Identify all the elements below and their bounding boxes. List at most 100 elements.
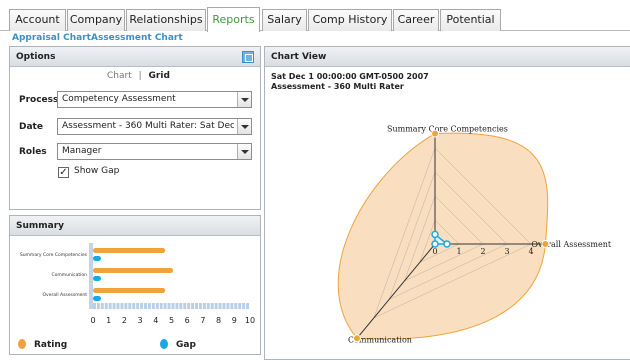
date-select[interactable]: Assessment - 360 Multi Rater: Sat Dec 1 … <box>57 118 252 135</box>
axis-ruler-segment <box>222 303 226 309</box>
axis-ruler-segment <box>206 303 210 309</box>
axis-ruler-segment <box>171 303 175 309</box>
x-tick-label: 8 <box>216 316 221 325</box>
view-separator: | <box>138 71 142 81</box>
chart-view-link[interactable]: Chart <box>107 71 132 81</box>
x-tick-label: 4 <box>153 316 158 325</box>
rating-point <box>352 334 361 343</box>
category-label: Overall Assessment <box>42 292 87 298</box>
roles-value: Manager <box>62 146 102 156</box>
tab-salary[interactable]: Salary <box>262 9 307 31</box>
rating-area <box>337 132 549 340</box>
axis-ruler-segment <box>124 303 128 309</box>
radar-tick-label: 1 <box>456 247 461 256</box>
axis-ruler-segment <box>159 303 163 309</box>
date-label: Date <box>19 122 43 132</box>
axis-ruler-segment <box>238 303 242 309</box>
axis-ruler-segment <box>210 303 214 309</box>
axis-ruler-segment <box>191 303 195 309</box>
rating-point <box>431 129 439 138</box>
rating-legend-icon <box>18 339 26 349</box>
axis-ruler-segment <box>128 303 132 309</box>
axis-ruler-segment <box>175 303 179 309</box>
rating-point <box>541 240 550 248</box>
tab-reports[interactable]: Reports <box>207 7 260 32</box>
axis-ruler-segment <box>242 303 246 309</box>
gap-bar <box>93 256 101 261</box>
x-tick-label: 5 <box>169 316 174 325</box>
radar-tick-label: 0 <box>432 247 437 256</box>
tab-bar: Account Company Relationships Reports Sa… <box>0 0 630 32</box>
rating-bar <box>93 288 166 293</box>
gap-bar <box>93 296 101 301</box>
date-value: Assessment - 360 Multi Rater: Sat Dec 1 … <box>62 121 234 131</box>
rating-bar <box>93 268 174 273</box>
axis-ruler-segment <box>104 303 108 309</box>
axis-ruler-segment <box>140 303 144 309</box>
process-select[interactable]: Competency Assessment <box>57 91 252 108</box>
axis-ruler-segment <box>136 303 140 309</box>
axis-ruler-segment <box>234 303 238 309</box>
tab-comp-history[interactable]: Comp History <box>308 9 392 31</box>
roles-label: Roles <box>19 147 47 157</box>
axis-ruler-segment <box>226 303 230 309</box>
axis-ruler-segment <box>100 303 104 309</box>
x-tick-label: 3 <box>138 316 143 325</box>
axis-ruler-segment <box>183 303 187 309</box>
axis-ruler-segment <box>167 303 171 309</box>
axis-ruler-segment <box>179 303 183 309</box>
axis-ruler-segment <box>147 303 151 309</box>
axis-ruler-segment <box>155 303 159 309</box>
radar-chart: 0 1 2 3 4Summary Core CompetenciesOverall As… <box>337 125 612 344</box>
show-gap-label: Show Gap <box>74 166 120 176</box>
tab-relationships[interactable]: Relationships <box>126 9 206 31</box>
grid-view-link[interactable]: Grid <box>149 71 170 81</box>
axis-ruler-segment <box>202 303 206 309</box>
x-tick-label: 6 <box>185 316 190 325</box>
gap-point <box>431 230 439 239</box>
axis-ruler-segment <box>195 303 198 309</box>
x-tick-label: 1 <box>106 316 111 325</box>
radar-axis-label: Summary Core Competencies <box>387 125 508 134</box>
axis-ruler-segment <box>218 303 222 309</box>
gap-bar <box>93 276 101 281</box>
x-tick-label: 2 <box>122 316 127 325</box>
radar-tick-label: 3 <box>504 247 509 256</box>
roles-select[interactable]: Manager <box>57 143 252 160</box>
axis-ruler-segment <box>108 303 112 309</box>
x-tick-label: 0 <box>90 316 95 325</box>
tab-company[interactable]: Company <box>67 9 125 31</box>
axis-ruler-segment <box>144 303 147 309</box>
axis-ruler-segment <box>187 303 191 309</box>
axis-ruler-segment <box>96 303 100 309</box>
tab-potential[interactable]: Potential <box>440 9 501 31</box>
axis-ruler-segment <box>112 303 116 309</box>
chevron-down-icon <box>237 92 251 107</box>
axis-ruler-segment <box>151 303 155 309</box>
y-axis-bar <box>89 243 93 309</box>
rating-legend-label: Rating <box>34 340 67 350</box>
x-tick-label: 9 <box>232 316 237 325</box>
axis-ruler-segment <box>132 303 136 309</box>
axis-ruler-segment <box>93 303 96 309</box>
gap-legend-icon <box>160 339 168 349</box>
x-tick-label: 7 <box>200 316 205 325</box>
axis-ruler-segment <box>230 303 234 309</box>
axis-ruler-segment <box>214 303 218 309</box>
options-panel: Options Chart | Grid Process Competency … <box>9 46 261 210</box>
show-gap-checkbox[interactable]: ✓ <box>58 167 69 178</box>
axis-ruler-segment <box>120 303 124 309</box>
rating-bar <box>93 248 166 253</box>
tab-account[interactable]: Account <box>9 9 66 31</box>
tab-career[interactable]: Career <box>393 9 439 31</box>
view-toggle: Chart | Grid <box>107 71 170 81</box>
chart-view-title: Chart View <box>265 47 630 67</box>
category-label: Summary Core Competencies <box>20 252 88 258</box>
gap-point <box>443 240 451 248</box>
assessment-chart-link[interactable]: Assessment Chart <box>91 33 183 43</box>
chevron-down-icon <box>237 119 251 134</box>
axis-ruler-segment <box>198 303 202 309</box>
collapse-icon[interactable] <box>242 51 254 63</box>
chevron-down-icon <box>237 144 251 159</box>
appraisal-chart-link[interactable]: Appraisal Chart <box>12 33 91 43</box>
